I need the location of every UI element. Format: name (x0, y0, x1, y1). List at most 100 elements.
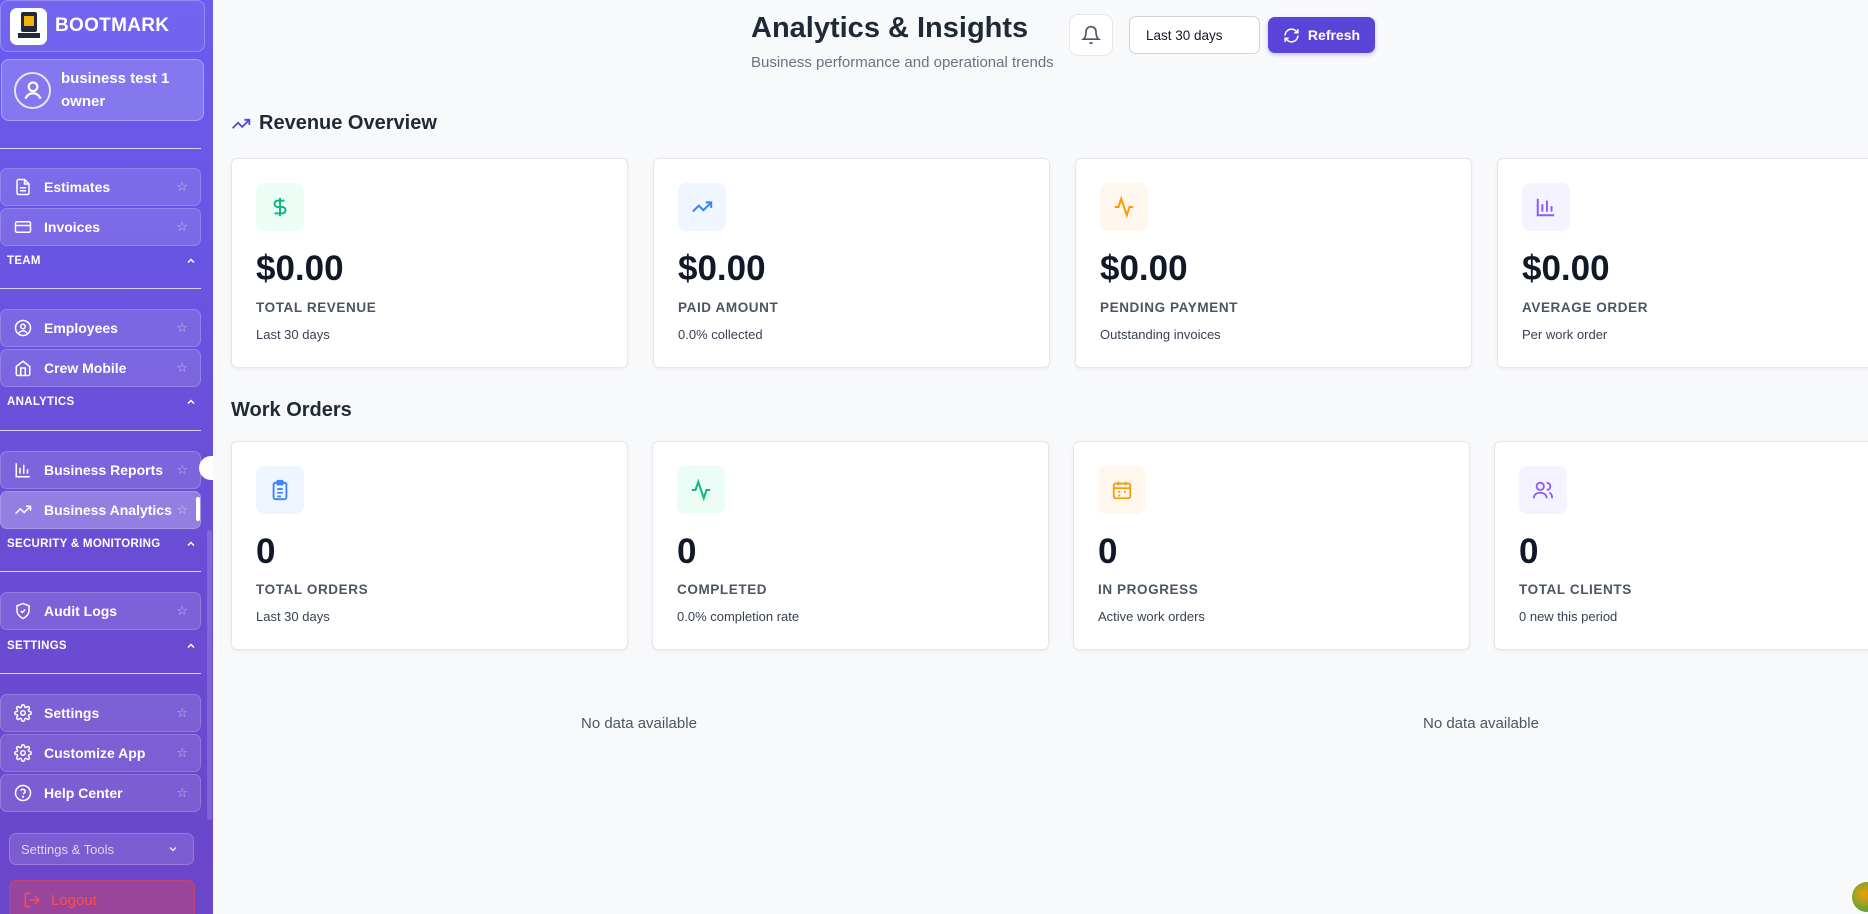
sidebar-item-label: Business Analytics (44, 502, 172, 518)
shield-check-icon (12, 600, 34, 622)
user-role: owner (61, 93, 106, 110)
user-profile-card[interactable]: business test 1 owner (1, 59, 204, 121)
card-value: 0 (256, 532, 276, 571)
card-subtext: 0.0% completion rate (677, 609, 800, 624)
logout-label: Logout (51, 891, 97, 909)
sidebar: BOOTMARK business test 1 owner Estimates… (0, 0, 213, 914)
card-value: $0.00 (1100, 249, 1188, 288)
star-icon[interactable]: ☆ (176, 219, 188, 235)
star-icon[interactable]: ☆ (176, 360, 188, 376)
logout-icon (24, 892, 40, 908)
card-label: TOTAL CLIENTS (1519, 582, 1632, 597)
divider (0, 148, 201, 149)
sidebar-item-label: Estimates (44, 179, 111, 195)
sidebar-item-audit-logs[interactable]: Audit Logs ☆ (0, 592, 201, 630)
star-icon[interactable]: ☆ (176, 745, 188, 761)
chat-widget-icon[interactable] (1852, 882, 1868, 912)
section-title-text: Work Orders (231, 399, 352, 421)
chevron-up-icon (187, 643, 195, 649)
star-icon[interactable]: ☆ (176, 705, 188, 721)
sidebar-scrollbar[interactable] (207, 530, 212, 820)
section-header-team[interactable]: TEAM (7, 255, 197, 267)
work-card-total-clients: 0 TOTAL CLIENTS 0 new this period (1494, 441, 1868, 650)
card-value: $0.00 (256, 249, 344, 288)
card-label: COMPLETED (677, 582, 768, 597)
brand-header[interactable]: BOOTMARK (0, 0, 205, 52)
credit-card-icon (12, 216, 34, 238)
sidebar-item-label: Business Reports (44, 462, 164, 478)
card-label: IN PROGRESS (1098, 582, 1199, 597)
card-value: 0 (677, 532, 697, 571)
section-label: TEAM (7, 255, 41, 267)
card-value: $0.00 (1522, 249, 1610, 288)
card-value: 0 (1519, 532, 1539, 571)
card-value: $0.00 (678, 249, 766, 288)
file-text-icon (12, 176, 34, 198)
work-card-total-orders: 0 TOTAL ORDERS Last 30 days (231, 441, 628, 650)
refresh-button[interactable]: Refresh (1268, 17, 1375, 53)
sidebar-item-employees[interactable]: Employees ☆ (0, 309, 201, 347)
date-range-select[interactable]: Last 30 days (1129, 16, 1260, 54)
card-subtext: Per work order (1522, 327, 1608, 342)
star-icon[interactable]: ☆ (176, 502, 188, 518)
section-label: ANALYTICS (7, 396, 75, 408)
notifications-button[interactable] (1069, 14, 1113, 56)
chevron-down-icon (169, 846, 177, 852)
revenue-card-total-revenue: $0.00 TOTAL REVENUE Last 30 days (231, 158, 628, 368)
card-subtext: 0.0% collected (678, 327, 763, 342)
star-icon[interactable]: ☆ (176, 320, 188, 336)
section-header-analytics[interactable]: ANALYTICS (7, 396, 197, 408)
sidebar-item-label: Invoices (44, 219, 101, 235)
sidebar-item-estimates[interactable]: Estimates ☆ (0, 168, 201, 206)
sidebar-item-label: Customize App (44, 745, 146, 761)
users-icon (1519, 466, 1567, 514)
gear-icon (12, 702, 34, 724)
chevron-up-icon (187, 541, 195, 547)
work-card-in-progress: 0 IN PROGRESS Active work orders (1073, 441, 1470, 650)
user-name: business test 1 (61, 70, 170, 87)
empty-state-right: No data available (1423, 715, 1539, 732)
home-icon (12, 357, 34, 379)
avatar-icon (14, 71, 51, 109)
sidebar-item-business-reports[interactable]: Business Reports ☆ (0, 451, 201, 489)
sidebar-item-settings[interactable]: Settings ☆ (0, 694, 201, 732)
sidebar-item-business-analytics[interactable]: Business Analytics ☆ (0, 491, 201, 529)
active-indicator (196, 497, 200, 521)
card-label: PENDING PAYMENT (1100, 300, 1239, 315)
brand-logo (10, 7, 47, 45)
logout-button[interactable]: Logout (9, 880, 195, 914)
card-subtext: 0 new this period (1519, 609, 1618, 624)
settings-tools-select[interactable]: Settings & Tools (9, 833, 194, 865)
section-title-revenue: Revenue Overview (231, 112, 437, 135)
star-icon[interactable]: ☆ (176, 785, 188, 801)
revenue-card-pending-payment: $0.00 PENDING PAYMENT Outstanding invoic… (1075, 158, 1472, 368)
sidebar-item-label: Settings (44, 705, 100, 721)
clipboard-icon (256, 466, 304, 514)
card-label: PAID AMOUNT (678, 300, 779, 315)
divider (0, 430, 201, 431)
section-title-text: Revenue Overview (259, 112, 437, 134)
sidebar-item-customize-app[interactable]: Customize App ☆ (0, 734, 201, 772)
chevron-up-icon (187, 399, 195, 405)
star-icon[interactable]: ☆ (176, 462, 188, 478)
star-icon[interactable]: ☆ (176, 603, 188, 619)
sidebar-item-label: Crew Mobile (44, 360, 127, 376)
sidebar-item-invoices[interactable]: Invoices ☆ (0, 208, 201, 246)
card-value: 0 (1098, 532, 1118, 571)
sidebar-item-crew-mobile[interactable]: Crew Mobile ☆ (0, 349, 201, 387)
divider (0, 571, 201, 572)
bar-chart-icon (1522, 183, 1570, 231)
bar-chart-icon (12, 459, 34, 481)
sidebar-item-help-center[interactable]: Help Center ☆ (0, 774, 201, 812)
section-header-security[interactable]: SECURITY & MONITORING (7, 538, 197, 550)
sidebar-item-label: Help Center (44, 785, 123, 801)
star-icon[interactable]: ☆ (176, 179, 188, 195)
section-label: SETTINGS (7, 640, 67, 652)
sidebar-collapse-toggle[interactable] (199, 456, 213, 480)
section-header-settings[interactable]: SETTINGS (7, 640, 197, 652)
page-subtitle: Business performance and operational tre… (751, 54, 1054, 71)
card-subtext: Outstanding invoices (1100, 327, 1221, 342)
refresh-icon (1284, 27, 1299, 43)
trending-up-icon (232, 118, 251, 129)
bell-icon (1081, 25, 1101, 45)
